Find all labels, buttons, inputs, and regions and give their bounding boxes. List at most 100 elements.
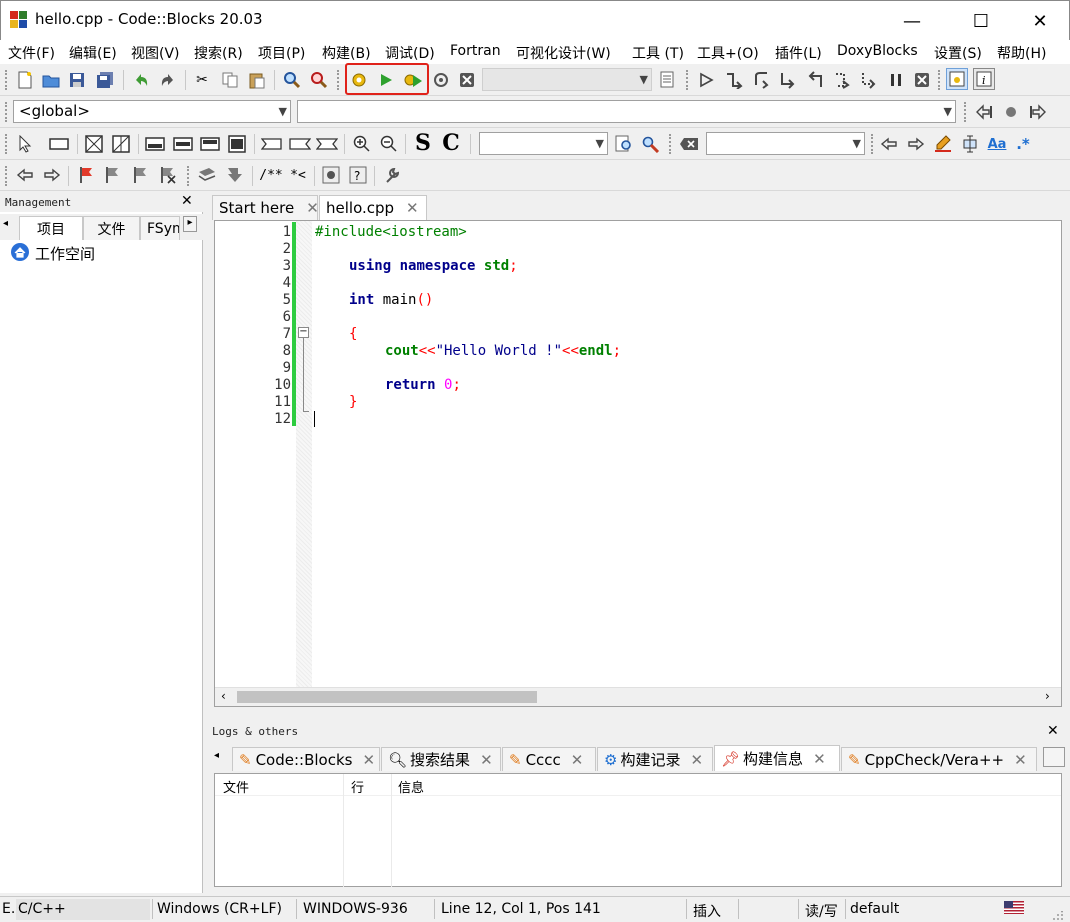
- log-tab-cppcheck[interactable]: ✎ CppCheck/Vera++ ✕: [841, 747, 1037, 771]
- cut-icon[interactable]: ✂: [191, 69, 213, 91]
- open-file-icon[interactable]: [40, 69, 62, 91]
- new-file-icon[interactable]: [14, 69, 36, 91]
- logs-scroll-left-icon[interactable]: ◂: [214, 750, 219, 761]
- border-right-icon[interactable]: [289, 133, 311, 155]
- sizer-icon[interactable]: [83, 133, 105, 155]
- search-doc-icon[interactable]: [613, 133, 635, 155]
- back-arrow-icon[interactable]: [14, 164, 36, 186]
- undo-icon[interactable]: [130, 69, 152, 91]
- match-case-aa-icon[interactable]: Aa: [986, 133, 1008, 155]
- menu-fortran[interactable]: Fortran: [450, 43, 501, 59]
- tab-close-icon[interactable]: ✕: [406, 199, 419, 217]
- code-editor[interactable]: 1 2 3 4 5 6 7 8 9 10 11 12 − #include<io…: [214, 220, 1062, 707]
- toolbar-grip[interactable]: [187, 166, 190, 186]
- management-close-icon[interactable]: ✕: [181, 193, 193, 209]
- tab-close-icon[interactable]: ✕: [306, 199, 319, 217]
- find-previous-icon[interactable]: [878, 133, 900, 155]
- run-chm-help-icon[interactable]: ?: [347, 164, 369, 186]
- toolbar-grip[interactable]: [871, 134, 874, 154]
- stop-debugger-icon[interactable]: [911, 69, 933, 91]
- menu-build[interactable]: 构建(B): [322, 43, 371, 63]
- log-tab-build-messages[interactable]: 📌︎ 构建信息 ✕: [714, 745, 840, 771]
- symbol-combo[interactable]: ▼: [297, 100, 956, 123]
- pause-icon[interactable]: [885, 69, 907, 91]
- align-middle-icon[interactable]: [172, 133, 194, 155]
- menu-help[interactable]: 帮助(H): [997, 43, 1046, 63]
- toolbar-grip[interactable]: [964, 102, 967, 122]
- border-both-icon[interactable]: [316, 133, 338, 155]
- log-tab-cccc[interactable]: ✎ Cccc ✕: [502, 747, 596, 771]
- log-tab-build-log[interactable]: ⚙ 构建记录 ✕: [597, 747, 713, 771]
- build-target-combo[interactable]: ▼: [482, 68, 652, 91]
- step-out-icon[interactable]: [804, 69, 826, 91]
- menu-tools[interactable]: 工具 (T): [632, 43, 684, 63]
- classes-c-button[interactable]: C: [440, 130, 462, 156]
- show-target-dialog-icon[interactable]: [657, 69, 679, 91]
- menu-file[interactable]: 文件(F): [8, 43, 55, 63]
- scrollbar-thumb[interactable]: [237, 691, 537, 703]
- align-bottom-icon[interactable]: [199, 133, 221, 155]
- scope-combo[interactable]: <global> ▼: [13, 100, 291, 123]
- rebuild-icon[interactable]: [430, 69, 452, 91]
- toolbar-grip[interactable]: [5, 134, 8, 154]
- workspace-label[interactable]: 工作空间: [35, 243, 95, 264]
- next-instruction-icon[interactable]: [831, 69, 853, 91]
- bookmark-dot-icon[interactable]: [1000, 101, 1022, 123]
- expand-icon[interactable]: [226, 133, 248, 155]
- replace-icon[interactable]: [308, 69, 330, 91]
- line-comment-button[interactable]: *<: [287, 164, 309, 186]
- logs-close-icon[interactable]: ✕: [1047, 723, 1059, 739]
- save-icon[interactable]: [66, 69, 88, 91]
- menu-project[interactable]: 项目(P): [258, 43, 305, 63]
- build-messages-list[interactable]: 文件 行 信息: [214, 773, 1062, 887]
- grid-sizer-icon[interactable]: [110, 133, 132, 155]
- column-header-file[interactable]: 文件: [223, 777, 249, 796]
- tab-start-here[interactable]: Start here ✕: [212, 195, 319, 220]
- column-header-message[interactable]: 信息: [398, 777, 424, 796]
- debugging-windows-icon[interactable]: [946, 68, 968, 90]
- tab-fsymbols[interactable]: FSym: [140, 216, 180, 240]
- extract-doc-icon[interactable]: [224, 164, 246, 186]
- minimize-button[interactable]: —: [889, 1, 935, 41]
- next-bookmark-icon[interactable]: [130, 164, 152, 186]
- log-tab-codeblocks[interactable]: ✎ Code::Blocks ✕: [232, 747, 380, 771]
- tab-files[interactable]: 文件: [83, 216, 140, 240]
- menu-view[interactable]: 视图(V): [131, 43, 180, 63]
- symbols-s-button[interactable]: S: [412, 130, 434, 156]
- toolbar-grip[interactable]: [669, 134, 672, 154]
- toolbar-grip[interactable]: [938, 70, 941, 90]
- tab-hello-cpp[interactable]: hello.cpp ✕: [319, 195, 427, 220]
- run-to-cursor-icon[interactable]: [723, 69, 745, 91]
- tab-projects[interactable]: 项目: [19, 216, 83, 240]
- paste-icon[interactable]: [246, 69, 268, 91]
- zoom-in-icon[interactable]: [351, 133, 373, 155]
- scroll-right-icon[interactable]: ›: [1045, 689, 1050, 703]
- redo-icon[interactable]: [157, 69, 179, 91]
- search-text-combo[interactable]: ▼: [479, 132, 608, 155]
- toolbar-grip[interactable]: [337, 70, 340, 90]
- selected-text-icon[interactable]: [959, 133, 981, 155]
- horizontal-scrollbar[interactable]: ‹ ›: [215, 687, 1061, 706]
- menu-edit[interactable]: 编辑(E): [69, 43, 117, 63]
- debug-info-icon[interactable]: i: [973, 68, 995, 90]
- prev-bookmark-icon[interactable]: [102, 164, 124, 186]
- toolbar-grip[interactable]: [686, 70, 689, 90]
- fold-toggle-icon[interactable]: −: [298, 327, 309, 338]
- tab-close-icon[interactable]: ✕: [690, 751, 703, 769]
- regex-icon[interactable]: .*: [1012, 133, 1034, 155]
- menu-doxyblocks[interactable]: DoxyBlocks: [837, 43, 918, 59]
- maximize-button[interactable]: ☐: [958, 1, 1004, 41]
- menu-settings[interactable]: 设置(S): [934, 43, 982, 63]
- pointer-icon[interactable]: [14, 133, 36, 155]
- scroll-left-icon[interactable]: ‹: [221, 689, 226, 703]
- zoom-out-icon[interactable]: [378, 133, 400, 155]
- tab-close-icon[interactable]: ✕: [571, 751, 584, 769]
- jump-back-icon[interactable]: [973, 101, 995, 123]
- border-left-icon[interactable]: [261, 133, 283, 155]
- clear-bookmarks-icon[interactable]: [157, 164, 179, 186]
- column-header-line[interactable]: 行: [351, 777, 364, 796]
- step-into-icon[interactable]: [777, 69, 799, 91]
- find-icon[interactable]: [281, 69, 303, 91]
- block-comment-button[interactable]: /**: [258, 164, 284, 186]
- menu-debug[interactable]: 调试(D): [385, 43, 435, 63]
